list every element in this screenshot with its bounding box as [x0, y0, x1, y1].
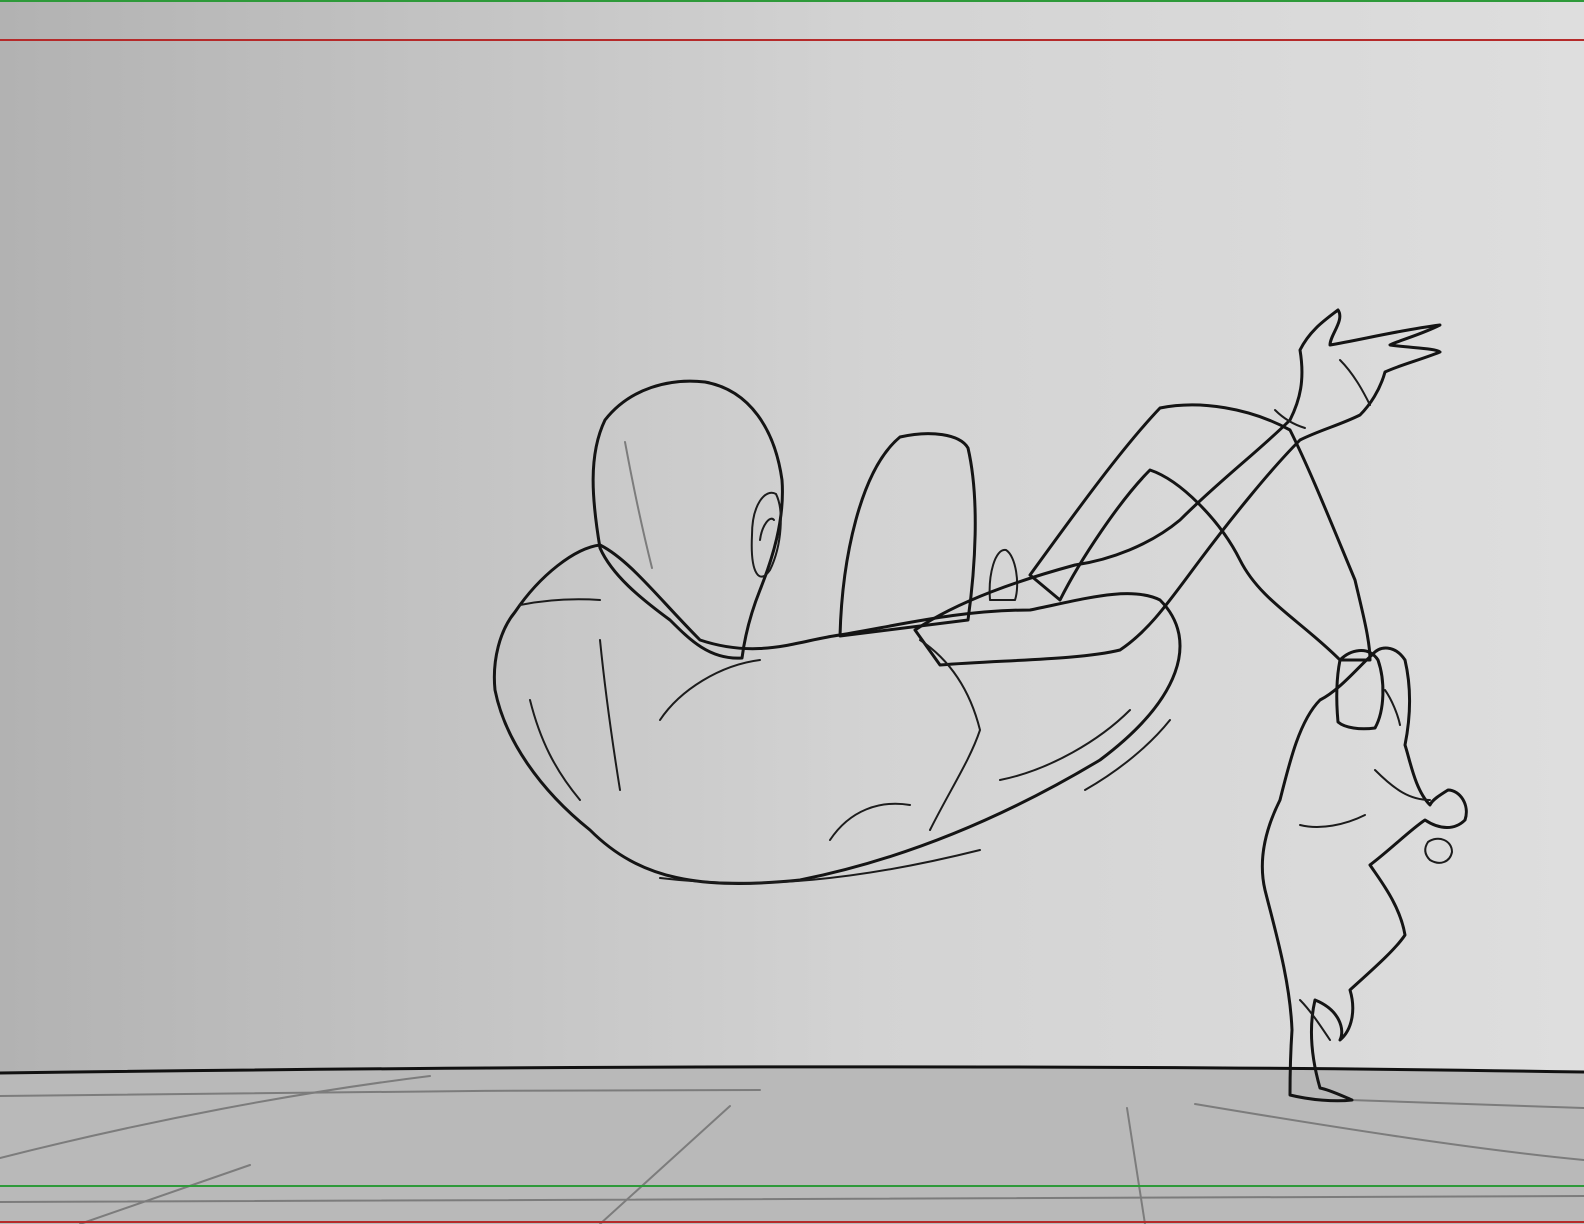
storyboard-panel — [0, 0, 1584, 1224]
background-wall — [0, 0, 1584, 1078]
storyboard-frame — [0, 0, 1584, 1224]
